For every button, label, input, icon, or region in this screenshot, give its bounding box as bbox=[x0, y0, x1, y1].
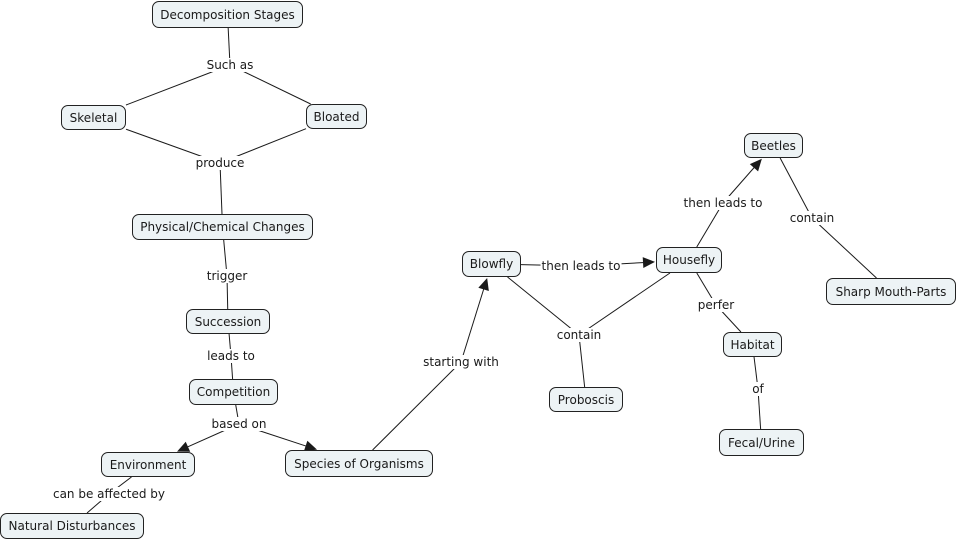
arrowhead-thenleads2-to-beetles bbox=[749, 158, 762, 172]
concept-node-label: Blowfly bbox=[469, 257, 514, 271]
concept-node-natural[interactable]: Natural Disturbances bbox=[0, 513, 144, 539]
arrowhead-thenleads1-to-housefly bbox=[642, 257, 656, 269]
link-label-of[interactable]: of bbox=[751, 382, 765, 396]
concept-node-label: Habitat bbox=[730, 337, 775, 352]
link-line-contain1-from-housefly bbox=[578, 272, 671, 336]
concept-node-housefly[interactable]: Housefly bbox=[656, 247, 722, 273]
concept-node-label: Competition bbox=[196, 385, 271, 399]
concept-node-decomposition[interactable]: Decomposition Stages bbox=[152, 1, 303, 28]
concept-node-beetles[interactable]: Beetles bbox=[744, 133, 803, 158]
link-label-perfer[interactable]: perfer bbox=[696, 298, 736, 312]
concept-node-label: Environment bbox=[109, 457, 187, 472]
concept-node-blowfly[interactable]: Blowfly bbox=[462, 251, 521, 277]
link-line-starting-from-species bbox=[372, 361, 462, 451]
concept-node-physchem[interactable]: Physical/Chemical Changes bbox=[132, 214, 313, 240]
concept-node-label: Housefly bbox=[662, 253, 716, 267]
arrowhead-starting-to-blowfly bbox=[478, 277, 489, 292]
concept-node-skeletal[interactable]: Skeletal bbox=[61, 105, 126, 130]
link-label-contain2[interactable]: contain bbox=[788, 211, 836, 225]
link-label-suchas[interactable]: Such as bbox=[205, 58, 255, 72]
concept-node-succession[interactable]: Succession bbox=[186, 309, 270, 334]
concept-node-bloated[interactable]: Bloated bbox=[306, 104, 367, 129]
link-label-affected[interactable]: can be affected by bbox=[51, 487, 167, 501]
concept-node-environment[interactable]: Environment bbox=[101, 452, 195, 477]
link-line-contain2-to-sharp bbox=[811, 217, 877, 279]
concept-node-label: Natural Disturbances bbox=[8, 519, 136, 533]
link-label-thenleads1[interactable]: then leads to bbox=[540, 259, 622, 273]
link-label-produce[interactable]: produce bbox=[194, 156, 246, 170]
concept-node-label: Proboscis bbox=[557, 392, 615, 407]
link-line-contain2-from-beetles bbox=[779, 157, 813, 219]
concept-node-sharp[interactable]: Sharp Mouth-Parts bbox=[826, 278, 956, 305]
concept-node-label: Sharp Mouth-Parts bbox=[835, 284, 947, 299]
link-line-contain1-to-proboscis bbox=[578, 334, 586, 388]
link-line-contain1-from-blowfly bbox=[507, 276, 580, 336]
link-label-basedon[interactable]: based on bbox=[210, 417, 268, 431]
concept-node-label: Succession bbox=[194, 314, 262, 329]
link-label-contain1[interactable]: contain bbox=[555, 328, 603, 342]
concept-node-label: Fecal/Urine bbox=[728, 435, 795, 450]
concept-node-label: Decomposition Stages bbox=[160, 7, 295, 22]
concept-node-label: Bloated bbox=[313, 109, 360, 124]
link-label-trigger[interactable]: trigger bbox=[205, 269, 249, 283]
concept-node-habitat[interactable]: Habitat bbox=[723, 332, 782, 357]
concept-node-species[interactable]: Species of Organisms bbox=[285, 450, 433, 477]
concept-node-fecal[interactable]: Fecal/Urine bbox=[719, 429, 804, 456]
concept-node-label: Physical/Chemical Changes bbox=[140, 220, 305, 234]
link-line-starting-to-blowfly bbox=[460, 287, 485, 363]
concept-node-proboscis[interactable]: Proboscis bbox=[549, 387, 623, 412]
link-label-thenleads2[interactable]: then leads to bbox=[682, 196, 764, 210]
link-line-produce-to-physchem bbox=[219, 162, 223, 215]
concept-node-label: Beetles bbox=[751, 138, 796, 153]
concept-node-label: Skeletal bbox=[69, 110, 118, 125]
link-label-leadsto[interactable]: leads to bbox=[206, 349, 256, 363]
link-label-starting[interactable]: starting with bbox=[422, 355, 500, 369]
concept-node-competition[interactable]: Competition bbox=[189, 379, 278, 405]
concept-node-label: Species of Organisms bbox=[294, 456, 424, 471]
